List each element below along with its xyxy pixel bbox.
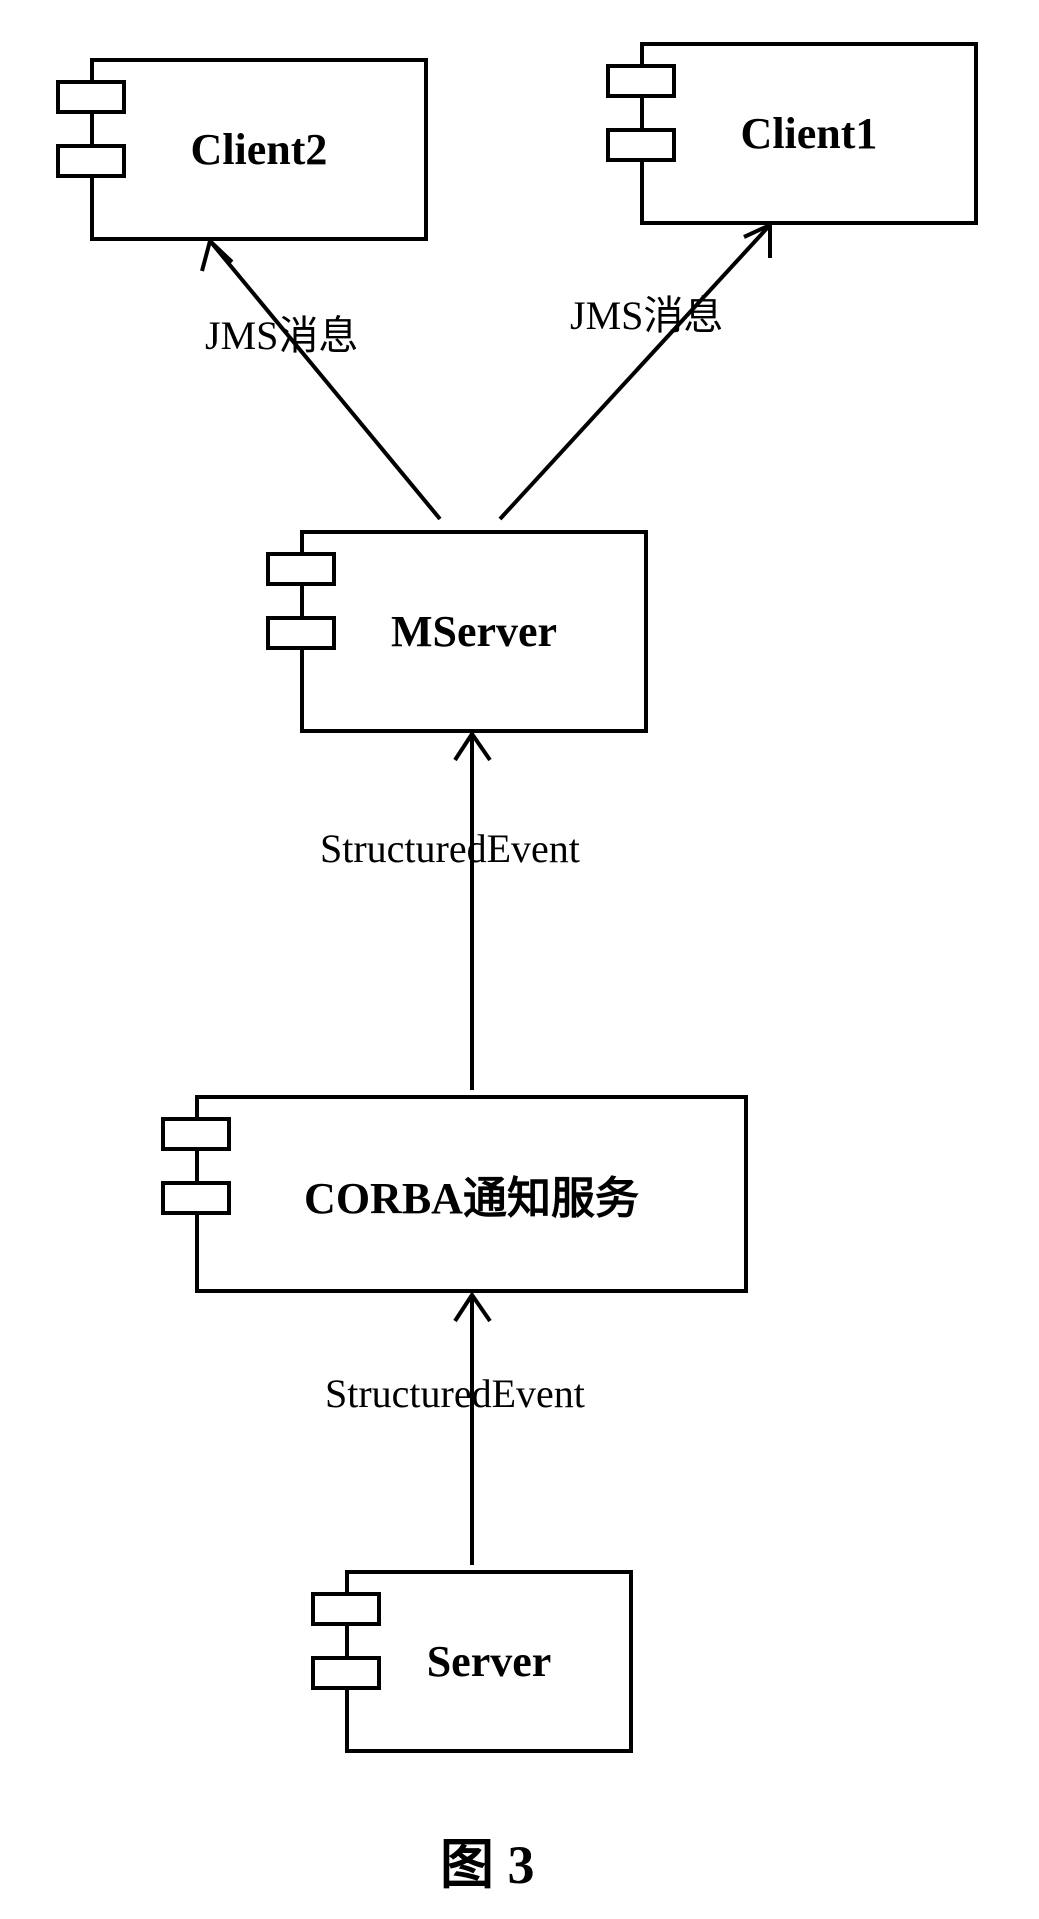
client1-component: Client1 bbox=[640, 42, 978, 225]
structured-event-bottom-label: StructuredEvent bbox=[325, 1370, 585, 1417]
jms-left-label: JMS消息 bbox=[205, 303, 358, 361]
uml-tabs-icon bbox=[606, 64, 676, 184]
uml-tabs-icon bbox=[161, 1117, 231, 1237]
corba-component: CORBA通知服务 bbox=[195, 1095, 748, 1293]
client2-component: Client2 bbox=[90, 58, 428, 241]
client2-label: Client2 bbox=[191, 124, 328, 175]
server-label: Server bbox=[427, 1636, 552, 1687]
jms-right-label: JMS消息 bbox=[570, 283, 723, 341]
corba-label: CORBA通知服务 bbox=[304, 1162, 639, 1226]
uml-tabs-icon bbox=[56, 80, 126, 200]
uml-tabs-icon bbox=[266, 552, 336, 672]
server-component: Server bbox=[345, 1570, 633, 1753]
client1-label: Client1 bbox=[741, 108, 878, 159]
mserver-label: MServer bbox=[391, 606, 557, 657]
mserver-component: MServer bbox=[300, 530, 648, 733]
structured-event-top-label: StructuredEvent bbox=[320, 825, 580, 872]
uml-tabs-icon bbox=[311, 1592, 381, 1712]
figure-caption: 图 3 bbox=[440, 1820, 535, 1899]
